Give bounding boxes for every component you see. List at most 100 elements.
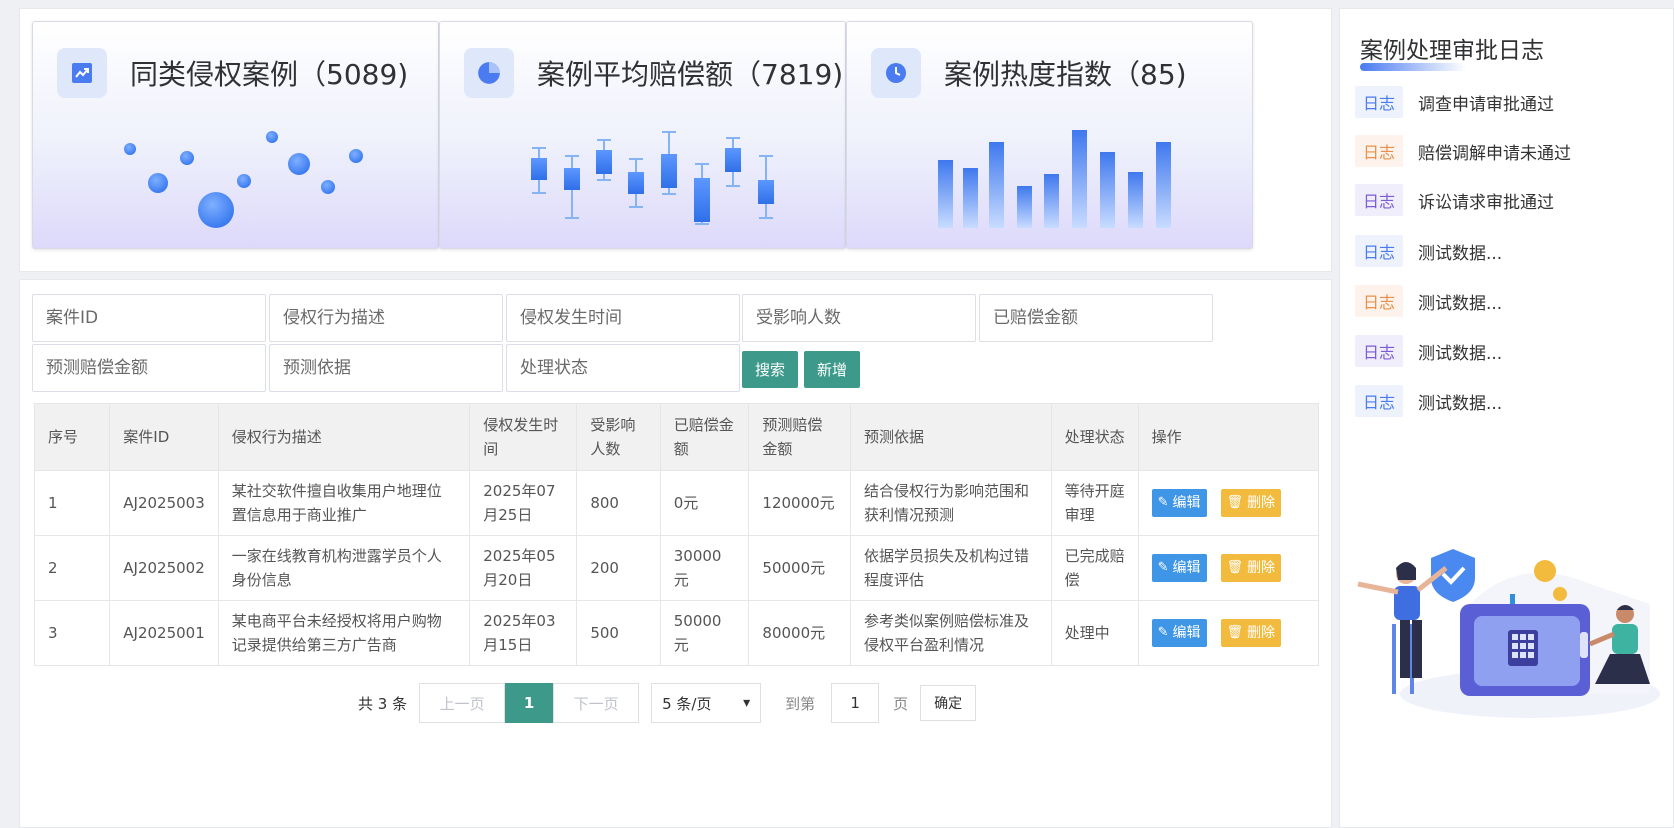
affected-input[interactable] [742, 294, 976, 342]
stat-card-popularity-index: 案例热度指数（85) [846, 21, 1253, 249]
candle [564, 168, 580, 190]
column-header: 受影响人数 [576, 403, 661, 471]
paid-input[interactable] [979, 294, 1213, 342]
bubble [124, 143, 136, 155]
approval-log-panel: 案例处理审批日志 日志 调查申请审批通过 日志 赔偿调解申请未通过 日志 诉讼请… [1339, 8, 1674, 828]
side-title: 案例处理审批日志 [1360, 38, 1544, 64]
bubble [198, 192, 234, 228]
basis-cell: 参考类似案例赔偿标准及侵权平台盈利情况 [850, 600, 1052, 666]
search-button[interactable]: 搜索 [742, 351, 798, 388]
trash-icon: 🗑 [1226, 625, 1244, 640]
time-cell: 2025年05月20日 [469, 535, 578, 601]
page-size-select[interactable]: 5 条/页 ▾ [651, 683, 762, 723]
behavior-input[interactable] [269, 294, 503, 342]
log-tag: 日志 [1355, 135, 1403, 167]
log-text: 诉讼请求审批通过 [1418, 192, 1554, 213]
log-item[interactable]: 日志 诉讼请求审批通过 [1355, 184, 1554, 216]
basis-cell: 结合侵权行为影响范围和获利情况预测 [850, 470, 1052, 536]
bar-chart [938, 130, 1171, 228]
edit-icon: ✎ [1157, 495, 1169, 510]
predicted-cell: 50000元 [748, 535, 852, 601]
actions-cell: ✎ 编辑 🗑 删除 [1137, 535, 1320, 601]
log-item[interactable]: 日志 测试数据... [1355, 235, 1502, 267]
status-input[interactable] [506, 344, 740, 392]
case-table: 序号 案件ID 侵权行为描述 侵权发生时间 受影响人数 已赔偿金额 预测赔偿金额… [33, 403, 1320, 666]
case-id-cell: AJ2025001 [109, 600, 219, 666]
prev-page-button[interactable]: 上一页 [419, 683, 506, 723]
edit-icon: ✎ [1157, 625, 1169, 640]
column-header: 序号 [33, 403, 111, 471]
time-input[interactable] [506, 294, 740, 342]
behavior-cell: 某社交软件擅自收集用户地理位置信息用于商业推广 [217, 470, 471, 536]
bubble [349, 149, 363, 163]
actions-cell: ✎ 编辑 🗑 删除 [1137, 600, 1320, 666]
bubble [288, 153, 310, 175]
trash-icon: 🗑 [1226, 495, 1244, 510]
log-tag: 日志 [1355, 86, 1403, 118]
log-item[interactable]: 日志 测试数据... [1355, 285, 1502, 317]
edit-icon: ✎ [1157, 560, 1169, 575]
bubble [148, 173, 168, 193]
bar [989, 142, 1004, 228]
next-page-button[interactable]: 下一页 [553, 683, 640, 723]
bubble [321, 180, 335, 194]
basis-input[interactable] [269, 344, 503, 392]
column-header: 案件ID [109, 403, 219, 471]
paid-cell: 30000元 [659, 535, 750, 601]
candle [725, 148, 741, 172]
log-item[interactable]: 日志 测试数据... [1355, 335, 1502, 367]
predicted-input[interactable] [32, 344, 266, 392]
edit-button[interactable]: ✎ 编辑 [1151, 619, 1207, 647]
log-tag: 日志 [1355, 285, 1403, 317]
edit-button[interactable]: ✎ 编辑 [1151, 489, 1207, 517]
delete-button[interactable]: 🗑 删除 [1220, 489, 1282, 517]
delete-label: 删除 [1247, 560, 1276, 576]
edit-label: 编辑 [1172, 560, 1201, 576]
total-count: 共 3 条 [358, 694, 408, 713]
candle [531, 158, 547, 180]
column-header: 处理状态 [1050, 403, 1139, 471]
bar [1017, 186, 1032, 228]
candle [758, 180, 774, 204]
stat-card-similar-cases: 同类侵权案例（5089) [32, 21, 439, 249]
status-cell: 等待开庭审理 [1050, 470, 1139, 536]
row-index: 1 [33, 470, 111, 536]
candle [694, 178, 710, 222]
paid-cell: 50000元 [659, 600, 750, 666]
log-text: 赔偿调解申请未通过 [1418, 143, 1571, 164]
add-button[interactable]: 新增 [804, 351, 860, 388]
page-size-value: 5 条/页 [662, 694, 712, 713]
actions-cell: ✎ 编辑 🗑 删除 [1137, 470, 1320, 536]
column-header: 侵权行为描述 [217, 403, 471, 471]
bar [1128, 172, 1143, 228]
stat-card-average-compensation: 案例平均赔偿额（7819) [439, 21, 846, 249]
log-item[interactable]: 日志 赔偿调解申请未通过 [1355, 135, 1571, 167]
log-item[interactable]: 日志 测试数据... [1355, 385, 1502, 417]
case-id-cell: AJ2025003 [109, 470, 219, 536]
delete-button[interactable]: 🗑 删除 [1220, 619, 1282, 647]
log-text: 测试数据... [1418, 243, 1503, 264]
table-row: 2 AJ2025002 一家在线教育机构泄露学员个人身份信息 2025年05月2… [33, 535, 1320, 601]
log-text: 测试数据... [1418, 343, 1503, 364]
log-item[interactable]: 日志 调查申请审批通过 [1355, 86, 1554, 118]
page-button-current[interactable]: 1 [505, 683, 554, 723]
table-row: 1 AJ2025003 某社交软件擅自收集用户地理位置信息用于商业推广 2025… [33, 470, 1320, 536]
case-id-input[interactable] [32, 294, 266, 342]
column-header: 操作 [1137, 403, 1320, 471]
status-cell: 已完成赔偿 [1050, 535, 1139, 601]
case-id-cell: AJ2025002 [109, 535, 219, 601]
bar [1156, 142, 1171, 228]
edit-label: 编辑 [1172, 625, 1201, 641]
delete-button[interactable]: 🗑 删除 [1220, 554, 1282, 582]
log-tag: 日志 [1355, 184, 1403, 216]
row-index: 3 [33, 600, 111, 666]
affected-cell: 500 [576, 600, 661, 666]
pie-chart-icon [464, 48, 514, 98]
edit-button[interactable]: ✎ 编辑 [1151, 554, 1207, 582]
bubble [180, 151, 194, 165]
goto-confirm-button[interactable]: 确定 [920, 685, 977, 721]
goto-page-input[interactable]: 1 [831, 683, 880, 723]
log-tag: 日志 [1355, 335, 1403, 367]
stat-title: 案例平均赔偿额（7819) [537, 58, 844, 91]
column-header: 侵权发生时间 [469, 403, 578, 471]
